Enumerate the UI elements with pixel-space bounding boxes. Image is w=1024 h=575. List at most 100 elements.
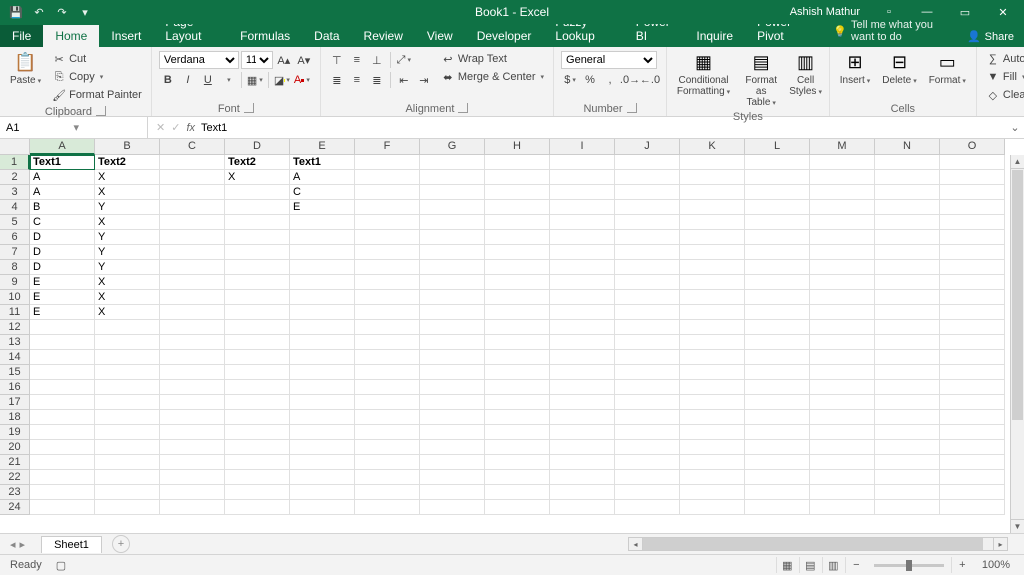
cell[interactable]	[420, 320, 485, 335]
cell[interactable]	[160, 245, 225, 260]
cell[interactable]	[875, 335, 940, 350]
cell[interactable]	[550, 275, 615, 290]
cell[interactable]	[550, 170, 615, 185]
cell[interactable]	[420, 395, 485, 410]
cell[interactable]: E	[30, 290, 95, 305]
cell[interactable]	[875, 365, 940, 380]
cell[interactable]	[355, 320, 420, 335]
cell[interactable]	[940, 275, 1005, 290]
cell[interactable]	[95, 410, 160, 425]
cell[interactable]	[615, 395, 680, 410]
tell-me-search[interactable]: 💡Tell me what you want to do	[825, 15, 957, 47]
cell[interactable]	[550, 395, 615, 410]
cell[interactable]	[550, 305, 615, 320]
cell[interactable]	[355, 290, 420, 305]
cell[interactable]	[550, 185, 615, 200]
tab-developer[interactable]: Developer	[465, 25, 544, 47]
format-cells-button[interactable]: ▭Format	[923, 49, 972, 88]
cell[interactable]	[875, 215, 940, 230]
cell[interactable]	[30, 380, 95, 395]
cell[interactable]	[680, 215, 745, 230]
cell[interactable]	[225, 470, 290, 485]
cell[interactable]	[420, 290, 485, 305]
cell[interactable]	[940, 215, 1005, 230]
cell[interactable]	[420, 335, 485, 350]
cell[interactable]	[875, 290, 940, 305]
cell[interactable]: X	[95, 275, 160, 290]
row-header[interactable]: 15	[0, 365, 30, 380]
cell[interactable]	[875, 305, 940, 320]
cell[interactable]	[485, 230, 550, 245]
cell[interactable]	[810, 200, 875, 215]
cell[interactable]	[30, 455, 95, 470]
cell[interactable]	[615, 350, 680, 365]
cell[interactable]	[420, 305, 485, 320]
row-header[interactable]: 5	[0, 215, 30, 230]
cell[interactable]	[355, 230, 420, 245]
row-header[interactable]: 18	[0, 410, 30, 425]
conditional-formatting-button[interactable]: ▦Conditional Formatting	[671, 49, 736, 99]
cell[interactable]	[680, 350, 745, 365]
cell[interactable]	[745, 485, 810, 500]
align-right-button[interactable]: ≣	[368, 71, 386, 89]
macro-record-icon[interactable]: ▢	[56, 559, 66, 572]
column-header[interactable]: J	[615, 139, 680, 155]
cell[interactable]	[810, 455, 875, 470]
cell[interactable]	[95, 395, 160, 410]
cell[interactable]	[810, 290, 875, 305]
cell[interactable]	[745, 470, 810, 485]
cell[interactable]	[875, 155, 940, 170]
cell[interactable]	[615, 455, 680, 470]
cell[interactable]: C	[30, 215, 95, 230]
align-top-button[interactable]: ⊤	[328, 51, 346, 69]
cell[interactable]	[30, 500, 95, 515]
cell[interactable]	[940, 230, 1005, 245]
cell[interactable]	[355, 425, 420, 440]
tab-formulas[interactable]: Formulas	[228, 25, 302, 47]
cell[interactable]	[745, 500, 810, 515]
increase-indent-button[interactable]: ⇥	[415, 71, 433, 89]
cell[interactable]	[160, 335, 225, 350]
cell[interactable]	[745, 215, 810, 230]
column-header[interactable]: K	[680, 139, 745, 155]
cell[interactable]	[680, 230, 745, 245]
column-header[interactable]: A	[30, 139, 95, 155]
cell[interactable]	[745, 170, 810, 185]
cell[interactable]	[680, 320, 745, 335]
comma-format-button[interactable]: ,	[601, 71, 619, 89]
cell[interactable]	[420, 470, 485, 485]
cell[interactable]	[290, 455, 355, 470]
cell[interactable]: X	[95, 185, 160, 200]
cell[interactable]	[30, 365, 95, 380]
cell[interactable]	[160, 305, 225, 320]
cell[interactable]	[290, 215, 355, 230]
cell[interactable]	[550, 380, 615, 395]
row-header[interactable]: 11	[0, 305, 30, 320]
cell[interactable]	[615, 320, 680, 335]
cell[interactable]	[485, 320, 550, 335]
column-header[interactable]: N	[875, 139, 940, 155]
cell[interactable]	[420, 230, 485, 245]
tab-insert[interactable]: Insert	[99, 25, 153, 47]
copy-button[interactable]: ⎘Copy	[50, 69, 144, 85]
cell[interactable]: Y	[95, 260, 160, 275]
number-format-select[interactable]: General	[561, 51, 657, 69]
cell[interactable]	[680, 485, 745, 500]
cell[interactable]	[810, 485, 875, 500]
cell[interactable]	[745, 455, 810, 470]
scroll-left-icon[interactable]: ◂	[629, 538, 643, 550]
cell[interactable]	[225, 485, 290, 500]
cell[interactable]	[615, 440, 680, 455]
cell[interactable]	[615, 305, 680, 320]
cell[interactable]	[745, 290, 810, 305]
cell[interactable]	[875, 200, 940, 215]
row-header[interactable]: 12	[0, 320, 30, 335]
cell[interactable]	[30, 485, 95, 500]
cell[interactable]	[680, 275, 745, 290]
cell[interactable]	[615, 365, 680, 380]
cell[interactable]	[485, 395, 550, 410]
cell[interactable]	[745, 350, 810, 365]
cell[interactable]	[875, 350, 940, 365]
align-center-button[interactable]: ≡	[348, 71, 366, 89]
cell[interactable]	[95, 335, 160, 350]
